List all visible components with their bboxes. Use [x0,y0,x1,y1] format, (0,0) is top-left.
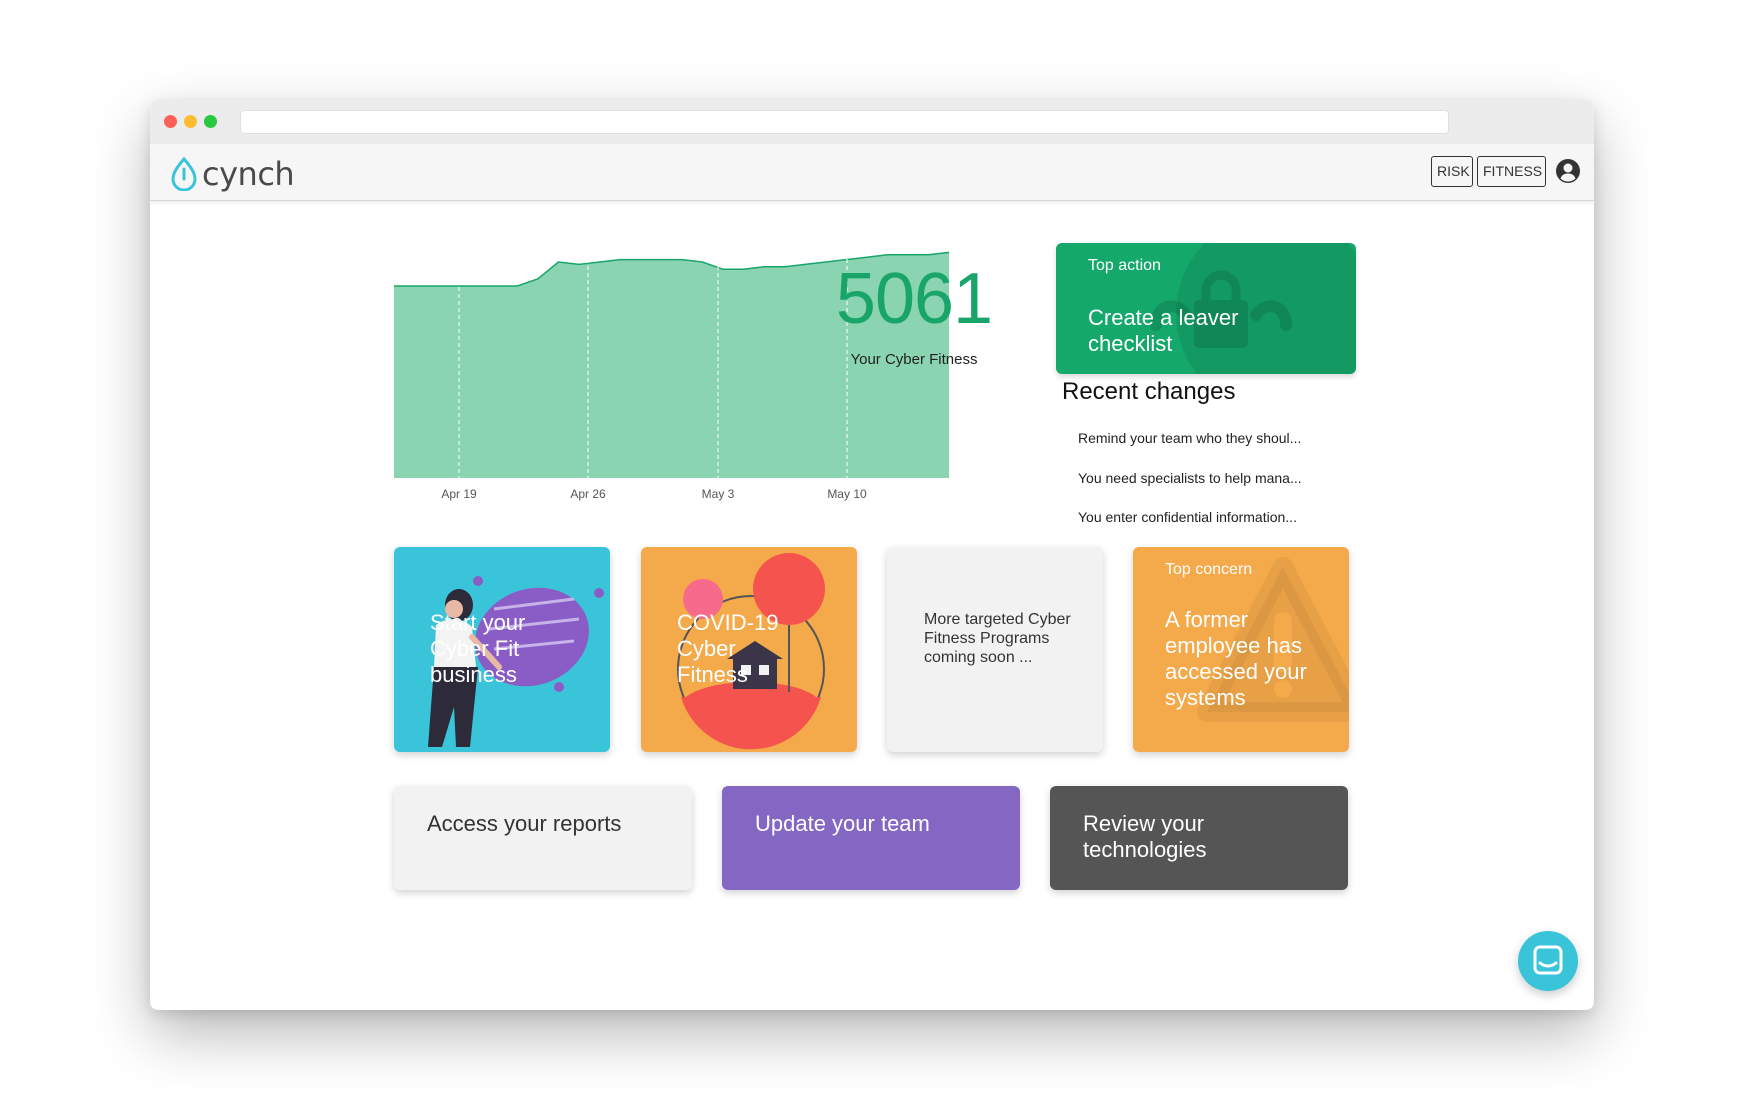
tile-label: More targeted Cyber Fitness Programs com… [924,611,1071,666]
top-concern-kicker: Top concern [1165,561,1253,578]
tile-label: COVID-19 Cyber Fitness [677,610,779,687]
cynch-logo-icon [171,157,197,191]
recent-change-item[interactable]: You enter confidential information... [1078,509,1348,525]
close-window-button[interactable] [164,115,177,128]
top-action-card[interactable]: Top action Create a leaver checklist [1056,243,1356,374]
chat-button[interactable] [1518,931,1578,991]
update-team-label: Update your team [755,811,930,836]
recent-changes-title: Recent changes [1062,378,1236,405]
fitness-score-value: 5061 [835,259,993,339]
x-tick-label: May 3 [702,487,735,501]
browser-titlebar [150,100,1594,144]
dashboard: Apr 19 Apr 26 May 3 May 10 5061 Your Cyber … [150,201,1594,1010]
start-cyber-fit-tile[interactable]: Start your Cyber Fit business [394,547,610,752]
access-reports-label: Access your reports [427,811,622,836]
chat-icon [1533,945,1563,975]
top-action-title: Create a leaver checklist [1088,305,1239,356]
x-tick-label: Apr 19 [441,487,477,501]
review-technologies-label: Review your technologies [1083,811,1207,862]
maximize-window-button[interactable] [204,115,217,128]
tile-label: Start your Cyber Fit business [430,610,526,687]
top-concern-tile[interactable]: Top concern A former employee has access… [1133,547,1349,752]
x-tick-label: Apr 26 [570,487,606,501]
coming-soon-tile[interactable]: More targeted Cyber Fitness Programs com… [887,547,1103,752]
covid-cyber-fitness-tile[interactable]: COVID-19 Cyber Fitness [641,547,857,752]
fitness-score-label: Your Cyber Fitness [850,351,978,368]
browser-window: cynch RISK FITNESS Apr 19 Apr 26 May 3 May … [150,100,1594,1010]
user-icon[interactable] [1555,158,1581,184]
recent-change-item[interactable]: You need specialists to help mana... [1078,470,1348,486]
recent-change-item[interactable]: Remind your team who they shoul... [1078,430,1348,446]
tile-label: A former employee has accessed your syst… [1165,607,1307,710]
minimize-window-button[interactable] [184,115,197,128]
address-bar[interactable] [240,110,1449,134]
update-team-button[interactable]: Update your team [722,786,1020,890]
top-action-kicker: Top action [1088,257,1161,274]
review-technologies-button[interactable]: Review your technologies [1050,786,1348,890]
access-reports-button[interactable]: Access your reports [394,786,692,890]
logo-text: cynch [202,155,295,193]
cynch-logo[interactable]: cynch [170,154,295,194]
x-tick-label: May 10 [827,487,867,501]
fitness-button[interactable]: FITNESS [1477,156,1546,187]
risk-button[interactable]: RISK [1431,156,1473,187]
fitness-chart: Apr 19 Apr 26 May 3 May 10 5061 Your Cyber … [394,238,1014,528]
app-header: cynch RISK FITNESS [150,144,1594,201]
